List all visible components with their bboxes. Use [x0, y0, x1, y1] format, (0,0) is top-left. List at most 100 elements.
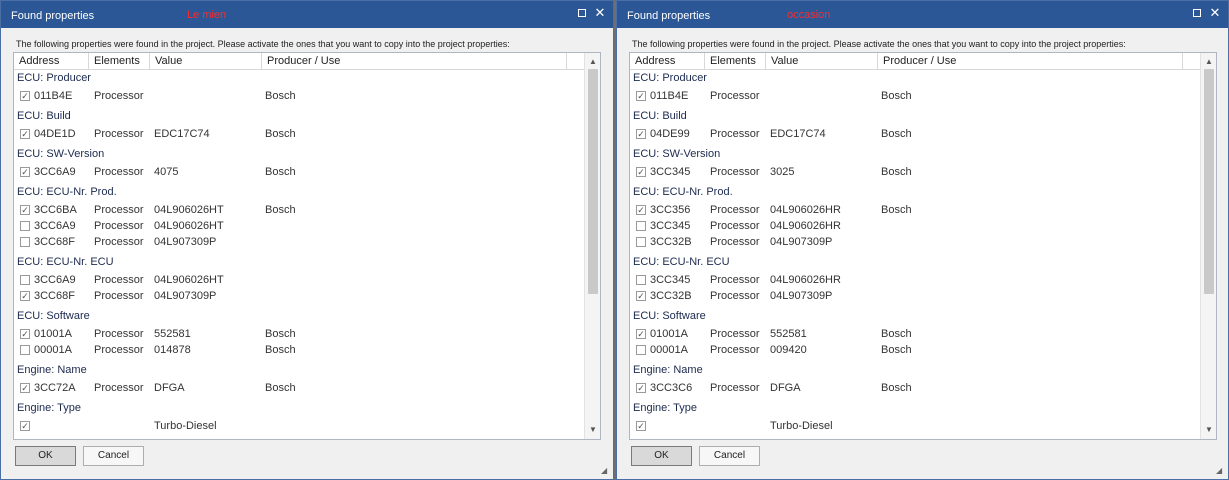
list-item[interactable]: ✓ 3CC6A9 Processor 4075 Bosch — [14, 164, 584, 180]
address-cell: 01001A — [34, 328, 72, 340]
resize-grip-icon[interactable]: ◢ — [1216, 467, 1224, 475]
property-checkbox[interactable]: ✓ — [20, 421, 30, 431]
property-checkbox[interactable]: ✓ — [20, 129, 30, 139]
property-checkbox[interactable] — [20, 345, 30, 355]
cancel-button[interactable]: Cancel — [83, 446, 144, 466]
property-checkbox[interactable] — [636, 237, 646, 247]
scroll-thumb[interactable] — [1204, 69, 1214, 294]
list-item[interactable]: ✓ 3CC345 Processor 3025 Bosch — [630, 164, 1200, 180]
list-item[interactable]: 00001A Processor 009420 Bosch — [630, 342, 1200, 358]
property-checkbox[interactable] — [636, 345, 646, 355]
vertical-scrollbar[interactable]: ▲ ▼ — [584, 53, 600, 439]
address-cell: 3CC6A9 — [34, 274, 76, 286]
value-cell: 4075 — [154, 166, 179, 178]
element-cell: Processor — [94, 344, 144, 356]
column-elements[interactable]: Elements — [89, 53, 150, 70]
property-checkbox[interactable]: ✓ — [20, 91, 30, 101]
value-cell: 04L907309P — [770, 290, 833, 302]
element-cell: Processor — [710, 328, 760, 340]
column-value[interactable]: Value — [766, 53, 878, 70]
property-checkbox[interactable]: ✓ — [20, 291, 30, 301]
list-item[interactable]: ✓ 011B4E Processor Bosch — [14, 88, 584, 104]
list-item[interactable]: 00001A Processor 014878 Bosch — [14, 342, 584, 358]
list-item[interactable]: 3CC6A9 Processor 04L906026HT — [14, 218, 584, 234]
scroll-thumb[interactable] — [588, 69, 598, 294]
producer-cell: Bosch — [265, 128, 296, 140]
group-header: Engine: Name — [17, 364, 87, 376]
producer-cell: Bosch — [881, 328, 912, 340]
list-item[interactable]: 3CC32B Processor 04L907309P — [630, 234, 1200, 250]
list-item[interactable]: 3CC345 Processor 04L906026HR — [630, 218, 1200, 234]
list-item[interactable]: ✓ Turbo-Diesel — [14, 418, 584, 434]
maximize-icon[interactable] — [575, 6, 589, 20]
column-producer[interactable]: Producer / Use — [262, 53, 567, 70]
property-checkbox[interactable]: ✓ — [636, 291, 646, 301]
scroll-up-icon[interactable]: ▲ — [1204, 57, 1214, 67]
property-checkbox[interactable] — [636, 221, 646, 231]
producer-cell: Bosch — [265, 166, 296, 178]
property-checkbox[interactable]: ✓ — [636, 129, 646, 139]
close-icon[interactable]: ✕ — [593, 6, 607, 20]
list-rows: ECU: Producer ✓ 011B4E Processor Bosch ECU: B… — [14, 70, 584, 439]
column-producer[interactable]: Producer / Use — [878, 53, 1183, 70]
list-item[interactable]: ✓ 01001A Processor 552581 Bosch — [630, 326, 1200, 342]
property-checkbox[interactable]: ✓ — [636, 205, 646, 215]
column-elements[interactable]: Elements — [705, 53, 766, 70]
ok-button[interactable]: OK — [631, 446, 692, 466]
cancel-button[interactable]: Cancel — [699, 446, 760, 466]
annotation-label: Le mien — [187, 9, 227, 21]
property-checkbox[interactable]: ✓ — [20, 329, 30, 339]
list-item[interactable]: ✓ 01001A Processor 552581 Bosch — [14, 326, 584, 342]
element-cell: Processor — [94, 166, 144, 178]
list-item[interactable]: ✓ 3CC6BA Processor 04L906026HT Bosch — [14, 202, 584, 218]
list-item[interactable]: ✓ Turbo-Diesel — [630, 418, 1200, 434]
property-checkbox[interactable] — [636, 275, 646, 285]
element-cell: Processor — [94, 274, 144, 286]
producer-cell: Bosch — [881, 344, 912, 356]
property-checkbox[interactable]: ✓ — [20, 383, 30, 393]
property-checkbox[interactable]: ✓ — [636, 167, 646, 177]
close-icon[interactable]: ✕ — [1208, 6, 1222, 20]
resize-grip-icon[interactable]: ◢ — [601, 467, 609, 475]
column-value[interactable]: Value — [150, 53, 262, 70]
property-checkbox[interactable]: ✓ — [636, 383, 646, 393]
address-cell: 3CC3C6 — [650, 382, 693, 394]
scroll-down-icon[interactable]: ▼ — [1204, 425, 1214, 435]
property-checkbox[interactable] — [20, 221, 30, 231]
list-item[interactable]: ✓ 3CC68F Processor 04L907309P — [14, 288, 584, 304]
title-bar[interactable]: Found properties Le mien ✕ — [1, 1, 613, 28]
ok-button[interactable]: OK — [15, 446, 76, 466]
property-checkbox[interactable]: ✓ — [636, 329, 646, 339]
property-checkbox[interactable] — [20, 275, 30, 285]
column-address[interactable]: Address — [630, 53, 705, 70]
list-item[interactable]: ✓ 011B4E Processor Bosch — [630, 88, 1200, 104]
scroll-up-icon[interactable]: ▲ — [588, 57, 598, 67]
property-checkbox[interactable]: ✓ — [636, 421, 646, 431]
property-checkbox[interactable]: ✓ — [20, 205, 30, 215]
vertical-scrollbar[interactable]: ▲ ▼ — [1200, 53, 1216, 439]
list-item[interactable]: ✓ 04DE99 Processor EDC17C74 Bosch — [630, 126, 1200, 142]
list-item[interactable]: 3CC345 Processor 04L906026HR — [630, 272, 1200, 288]
column-address[interactable]: Address — [14, 53, 89, 70]
list-item[interactable]: ✓ 3CC356 Processor 04L906026HR Bosch — [630, 202, 1200, 218]
title-bar[interactable]: Found properties occasion ✕ — [617, 1, 1228, 28]
producer-cell: Bosch — [265, 90, 296, 102]
list-item[interactable]: ✓ 3CC72A Processor DFGA Bosch — [14, 380, 584, 396]
intro-text: The following properties were found in t… — [632, 39, 1126, 49]
property-checkbox[interactable]: ✓ — [20, 167, 30, 177]
list-item[interactable]: ✓ 3CC3C6 Processor DFGA Bosch — [630, 380, 1200, 396]
maximize-icon[interactable] — [1190, 6, 1204, 20]
list-item[interactable]: ✓ 04DE1D Processor EDC17C74 Bosch — [14, 126, 584, 142]
list-item[interactable]: 3CC68F Processor 04L907309P — [14, 234, 584, 250]
property-checkbox[interactable] — [20, 237, 30, 247]
intro-text: The following properties were found in t… — [16, 39, 510, 49]
list-item[interactable]: ✓ 3CC32B Processor 04L907309P — [630, 288, 1200, 304]
property-checkbox[interactable]: ✓ — [636, 91, 646, 101]
group-header: ECU: SW-Version — [17, 148, 105, 160]
producer-cell: Bosch — [881, 128, 912, 140]
list-item[interactable]: 3CC6A9 Processor 04L906026HT — [14, 272, 584, 288]
element-cell: Processor — [94, 328, 144, 340]
address-cell: 3CC345 — [650, 220, 691, 232]
element-cell: Processor — [94, 204, 144, 216]
scroll-down-icon[interactable]: ▼ — [588, 425, 598, 435]
